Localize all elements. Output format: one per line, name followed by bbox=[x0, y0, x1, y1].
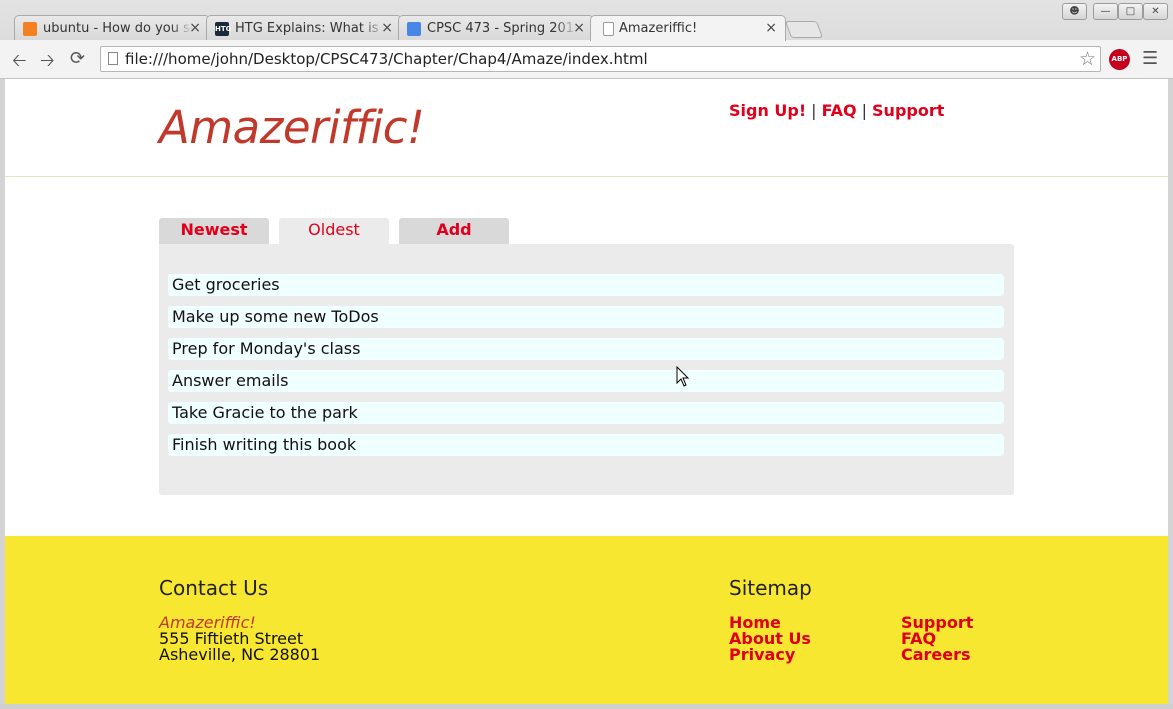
forward-icon[interactable]: 🡢 bbox=[40, 48, 55, 78]
close-tab-icon[interactable]: × bbox=[573, 20, 585, 36]
browser-tab-amazeriffic[interactable]: Amazeriffic! × bbox=[590, 15, 786, 41]
support-link[interactable]: Support bbox=[872, 101, 944, 120]
list-item: Make up some new ToDos bbox=[168, 306, 1004, 328]
list-item: Prep for Monday's class bbox=[168, 338, 1004, 360]
mouse-cursor-icon bbox=[676, 366, 690, 387]
sitemap-privacy-link[interactable]: Privacy bbox=[729, 647, 795, 663]
tab-add[interactable]: Add bbox=[399, 218, 509, 244]
url-text[interactable]: file:///home/john/Desktop/CPSC473/Chapte… bbox=[125, 50, 648, 68]
site-header: Amazeriffic! Sign Up! | FAQ | Support bbox=[5, 79, 1168, 177]
top-nav: Sign Up! | FAQ | Support bbox=[729, 101, 944, 120]
page-icon bbox=[108, 52, 118, 65]
stackexchange-icon bbox=[23, 22, 37, 36]
minimize-button[interactable]: — bbox=[1093, 3, 1118, 20]
browser-tab-htg[interactable]: HTG HTG Explains: What is a × bbox=[206, 15, 402, 40]
browser-chrome: ubuntu - How do you se × HTG HTG Explain… bbox=[0, 0, 1173, 79]
back-icon[interactable]: 🡠 bbox=[12, 48, 27, 78]
close-window-button[interactable]: ✕ bbox=[1143, 3, 1168, 20]
tab-oldest[interactable]: Oldest bbox=[279, 218, 389, 245]
close-tab-icon[interactable]: × bbox=[765, 20, 777, 36]
adblock-icon[interactable]: ABP bbox=[1109, 49, 1130, 70]
sitemap-careers-link[interactable]: Careers bbox=[901, 647, 971, 663]
reload-icon[interactable]: ⟳ bbox=[70, 48, 85, 69]
menu-icon[interactable]: ☰ bbox=[1142, 48, 1158, 69]
browser-toolbar: 🡠 🡢 ⟳ file:///home/john/Desktop/CPSC473/… bbox=[0, 40, 1173, 79]
tab-newest[interactable]: Newest bbox=[159, 218, 269, 244]
google-docs-icon bbox=[407, 22, 421, 36]
site-footer: Contact Us Amazeriffic! 555 Fiftieth Str… bbox=[5, 536, 1168, 704]
sitemap-heading: Sitemap bbox=[729, 576, 812, 600]
contact-address: Amazeriffic! 555 Fiftieth Street Ashevil… bbox=[159, 615, 320, 663]
list-item: Take Gracie to the park bbox=[168, 402, 1004, 424]
nav-separator: | bbox=[811, 101, 817, 120]
list-item: Answer emails bbox=[168, 370, 1004, 392]
list-item: Finish writing this book bbox=[168, 434, 1004, 456]
close-tab-icon[interactable]: × bbox=[381, 20, 393, 36]
browser-tab-ubuntu[interactable]: ubuntu - How do you se × bbox=[14, 15, 210, 40]
contact-heading: Contact Us bbox=[159, 576, 269, 600]
browser-tab-cpsc[interactable]: CPSC 473 - Spring 2015 × bbox=[398, 15, 594, 40]
faq-link[interactable]: FAQ bbox=[822, 101, 857, 120]
page-icon bbox=[603, 22, 614, 36]
address-city: Asheville, NC 28801 bbox=[159, 645, 321, 664]
list-item: Get groceries bbox=[168, 274, 1004, 296]
htg-icon: HTG bbox=[215, 22, 231, 36]
user-profile-icon[interactable]: ☻ bbox=[1062, 3, 1087, 20]
window-border bbox=[0, 704, 1173, 709]
maximize-button[interactable]: □ bbox=[1118, 3, 1143, 20]
nav-separator: | bbox=[861, 101, 868, 120]
signup-link[interactable]: Sign Up! bbox=[729, 101, 806, 120]
page-viewport: Amazeriffic! Sign Up! | FAQ | Support Newest… bbox=[5, 79, 1168, 704]
new-tab-button[interactable] bbox=[784, 21, 824, 38]
site-logo: Amazeriffic! bbox=[159, 101, 425, 154]
todo-list: Get groceries Make up some new ToDos Pre… bbox=[159, 244, 1014, 495]
address-bar[interactable]: file:///home/john/Desktop/CPSC473/Chapte… bbox=[100, 46, 1101, 72]
close-tab-icon[interactable]: × bbox=[189, 20, 201, 36]
bookmark-star-icon[interactable]: ☆ bbox=[1079, 48, 1096, 70]
